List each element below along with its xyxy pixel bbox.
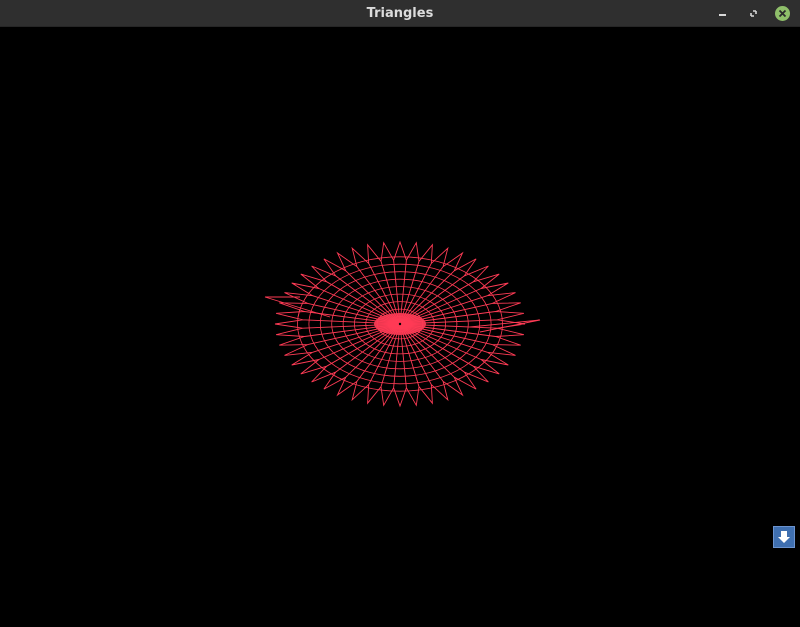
arrow-down-icon xyxy=(778,531,790,543)
center-point xyxy=(398,322,402,326)
window-title: Triangles xyxy=(366,6,434,21)
maximize-button[interactable] xyxy=(745,5,762,22)
minimize-button[interactable] xyxy=(714,5,731,22)
close-icon xyxy=(775,6,790,21)
close-button[interactable] xyxy=(774,5,791,22)
maximize-icon xyxy=(750,10,757,17)
scroll-down-button[interactable] xyxy=(773,526,795,548)
title-bar[interactable]: Triangles xyxy=(0,0,800,27)
render-canvas[interactable] xyxy=(0,27,800,627)
minimize-icon xyxy=(719,14,726,16)
app-window: Triangles xyxy=(0,0,800,627)
triangles-drawing xyxy=(264,240,541,408)
